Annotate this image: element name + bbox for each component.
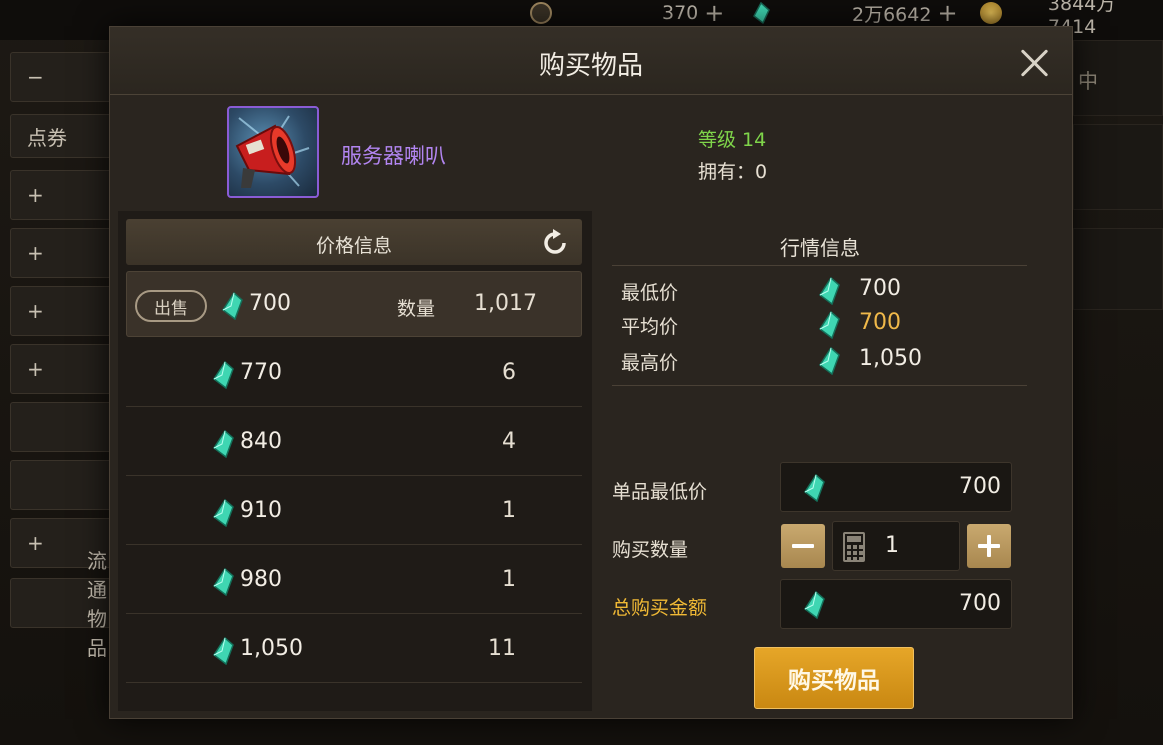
row-qty: 6 xyxy=(502,360,516,385)
item-owned-count: 拥有：0 xyxy=(698,161,768,183)
gem-icon xyxy=(212,568,234,596)
right-tab-label: 中 xyxy=(1078,69,1098,93)
close-button[interactable] xyxy=(1014,43,1054,83)
item-name: 服务器喇叭 xyxy=(341,144,446,168)
gem-icon xyxy=(221,292,243,320)
buy-item-dialog: 购买物品 服务器喇叭 等级 14 拥有：0 价格信息 出售 700 数量 1,0… xyxy=(109,26,1073,719)
avg-price-label: 平均价 xyxy=(621,316,679,338)
side-coupon-button[interactable]: 点券 xyxy=(10,114,120,158)
quantity-input[interactable]: 1 xyxy=(832,521,960,571)
side-circulation-button[interactable]: 流通物品 xyxy=(10,549,120,660)
right-tab[interactable]: 中 xyxy=(1073,40,1163,116)
side-button[interactable] xyxy=(10,402,120,452)
gem-icon xyxy=(818,277,840,305)
right-panel-block xyxy=(1073,124,1163,210)
side-collapse-button[interactable]: − xyxy=(10,52,120,102)
gold-coin-icon xyxy=(980,2,1002,24)
gem-icon xyxy=(803,591,825,619)
side-button[interactable] xyxy=(10,460,120,510)
calculator-icon[interactable] xyxy=(843,532,865,562)
price-row[interactable]: 1,050 11 xyxy=(126,615,582,683)
price-info-header: 价格信息 xyxy=(126,219,582,265)
side-label: − xyxy=(27,65,44,89)
row-price: 700 xyxy=(249,291,291,316)
gem-icon xyxy=(818,311,840,339)
currency-gold: 3844万7414 xyxy=(980,0,1163,38)
row-price: 910 xyxy=(240,498,282,523)
refresh-icon[interactable] xyxy=(540,228,570,258)
item-level: 等级 14 xyxy=(698,129,767,151)
total-amount-field: 700 xyxy=(780,579,1012,629)
min-price-label: 最低价 xyxy=(621,282,679,304)
quantity-label: 购买数量 xyxy=(612,539,689,561)
gem-amount: 2万6642 xyxy=(852,3,932,26)
price-row[interactable]: 770 6 xyxy=(126,339,582,407)
dialog-title: 购买物品 xyxy=(538,51,643,81)
side-label: 点券 xyxy=(27,125,67,150)
max-price-value: 1,050 xyxy=(859,346,922,371)
market-info-title: 行情信息 xyxy=(780,236,860,260)
divider xyxy=(612,265,1027,266)
side-expand-button[interactable]: + xyxy=(10,228,120,278)
row-qty: 1 xyxy=(502,498,516,523)
gem-icon xyxy=(818,347,840,375)
item-icon-frame xyxy=(227,106,319,198)
token-icon xyxy=(530,2,552,24)
decrease-quantity-button[interactable] xyxy=(781,524,825,568)
dialog-header: 购买物品 xyxy=(110,27,1072,95)
quantity-value: 1 xyxy=(885,533,899,558)
add-gem-button[interactable]: + xyxy=(937,1,957,25)
row-qty: 1,017 xyxy=(474,291,537,316)
row-price: 1,050 xyxy=(240,636,303,661)
unit-min-price-field: 700 xyxy=(780,462,1012,512)
price-row[interactable]: 840 4 xyxy=(126,408,582,476)
row-qty: 11 xyxy=(488,636,516,661)
increase-quantity-button[interactable] xyxy=(967,524,1011,568)
row-price: 770 xyxy=(240,360,282,385)
row-price: 980 xyxy=(240,567,282,592)
gem-icon xyxy=(212,361,234,389)
min-price-value: 700 xyxy=(859,276,901,301)
buy-item-button[interactable]: 购买物品 xyxy=(754,647,914,709)
side-label: + xyxy=(27,183,44,207)
megaphone-icon xyxy=(235,115,310,188)
add-token-button[interactable]: + xyxy=(704,1,724,25)
price-row[interactable]: 910 1 xyxy=(126,477,582,545)
gem-icon xyxy=(212,499,234,527)
total-amount-value: 700 xyxy=(959,591,1001,616)
unit-min-price-label: 单品最低价 xyxy=(612,481,708,503)
currency-gem: 2万6642 + xyxy=(750,0,958,26)
side-label: + xyxy=(27,299,44,323)
price-row-selected[interactable]: 出售 700 数量 1,017 xyxy=(126,271,582,337)
divider xyxy=(612,385,1027,386)
row-price: 840 xyxy=(240,429,282,454)
avg-price-value: 700 xyxy=(859,310,901,335)
minus-icon xyxy=(792,544,814,548)
price-info-panel: 价格信息 出售 700 数量 1,017 770 6 840 4 910 1 9… xyxy=(118,211,592,711)
gem-icon xyxy=(803,474,825,502)
gem-icon xyxy=(212,430,234,458)
row-qty: 1 xyxy=(502,567,516,592)
side-label: + xyxy=(27,531,44,555)
price-info-title: 价格信息 xyxy=(315,235,392,257)
side-expand-button[interactable]: + xyxy=(10,170,120,220)
currency-token: 370 + xyxy=(530,0,724,26)
price-row[interactable]: 980 1 xyxy=(126,546,582,614)
gem-icon xyxy=(212,637,234,665)
gem-icon xyxy=(753,2,770,24)
side-label: + xyxy=(27,357,44,381)
sell-tag: 出售 xyxy=(135,290,207,322)
row-qty: 4 xyxy=(502,429,516,454)
side-expand-button[interactable]: + xyxy=(10,286,120,336)
qty-label: 数量 xyxy=(397,298,436,320)
side-label: + xyxy=(27,241,44,265)
max-price-label: 最高价 xyxy=(621,352,679,374)
token-amount: 370 xyxy=(662,2,699,24)
total-amount-label: 总购买金额 xyxy=(612,597,708,619)
unit-min-price-value: 700 xyxy=(959,474,1001,499)
right-panel-block xyxy=(1073,228,1163,310)
side-expand-button[interactable]: + xyxy=(10,344,120,394)
